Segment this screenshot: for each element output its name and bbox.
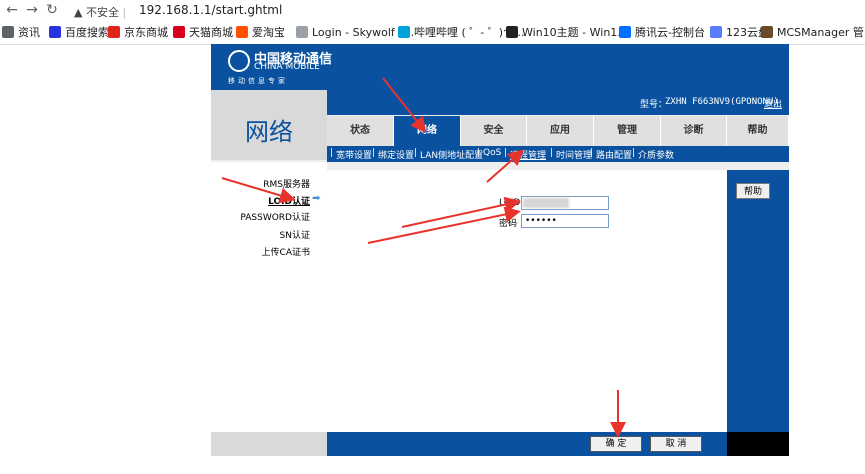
bookmark-item[interactable]: MCSManager 管...: [761, 25, 865, 39]
subnav-item[interactable]: 宽带设置: [336, 148, 372, 161]
bookmark-label: Win10主题 - Win1...: [522, 26, 628, 39]
forward-icon[interactable]: →: [24, 2, 40, 18]
bookmark-label: MCSManager 管...: [777, 26, 865, 39]
subnav-separator: |: [477, 148, 481, 158]
password-input[interactable]: ••••••: [521, 214, 609, 228]
cancel-button[interactable]: 取 消: [650, 436, 702, 452]
left-menu-item[interactable]: LOID认证: [200, 194, 310, 207]
bookmark-item[interactable]: Login - Skywolf T...: [296, 25, 414, 39]
subnav-separator: |: [590, 148, 594, 158]
bookmark-label: 腾讯云-控制台: [635, 26, 705, 39]
subnav-item[interactable]: 绑定设置: [378, 148, 414, 161]
subnav-separator: |: [504, 148, 508, 158]
bookmark-item[interactable]: 爱淘宝: [236, 25, 285, 39]
bookmark-label: 天猫商城: [189, 26, 233, 39]
bookmark-item[interactable]: 天猫商城: [173, 25, 233, 39]
subnav-item[interactable]: 远程管理: [510, 148, 546, 161]
subnav-separator: |: [632, 148, 636, 158]
reload-icon[interactable]: ↻: [44, 2, 60, 18]
subnav-item[interactable]: QoS: [483, 148, 501, 158]
left-menu-item[interactable]: PASSWORD认证: [200, 210, 310, 223]
jd-icon: [108, 26, 120, 38]
subnav-separator: |: [550, 148, 554, 158]
loid-redacted-blur: [523, 198, 569, 208]
china-mobile-logo-icon: [228, 50, 250, 72]
bookmarks-bar: 资讯 百度搜索 京东商城 天猫商城 爱淘宝 Login - Skywolf T... 哔哩哔…: [0, 20, 865, 45]
bookmark-label: 资讯: [18, 26, 40, 39]
active-menu-arrow-icon: ➡: [312, 193, 321, 204]
left-menu-item[interactable]: SN认证: [200, 228, 310, 241]
logo-slogan: 移动信息专家: [228, 77, 288, 85]
bookmark-item[interactable]: 百度搜索: [49, 25, 109, 39]
help-button[interactable]: 帮助: [736, 183, 770, 199]
subnav-item[interactable]: 时间管理: [556, 148, 592, 161]
section-title: 网络: [245, 118, 293, 146]
tab-item[interactable]: 帮助: [727, 116, 789, 146]
security-warning[interactable]: ▲ 不安全 |: [74, 4, 126, 20]
x-icon: [506, 26, 518, 38]
model-label: 型号：: [640, 100, 668, 110]
tab-item[interactable]: 管理: [594, 116, 661, 146]
bookmark-label: 京东商城: [124, 26, 168, 39]
bookmark-item[interactable]: 腾讯云-控制台: [619, 25, 705, 39]
subnav-item[interactable]: 路由配置: [596, 148, 632, 161]
warning-icon: ▲: [74, 6, 83, 19]
subnav-separator: |: [372, 148, 376, 158]
password-label: 密码: [499, 219, 518, 229]
browser-address-bar: ← → ↻ ▲ 不安全 | 192.168.1.1/start.ghtml: [0, 0, 865, 20]
logout-link[interactable]: 退出: [764, 97, 782, 110]
confirm-button[interactable]: 确 定: [590, 436, 642, 452]
subnav-item[interactable]: 介质参数: [638, 148, 674, 161]
bookmark-item[interactable]: Win10主题 - Win1...: [506, 25, 628, 39]
logo-english: CHINA MOBILE: [254, 62, 320, 72]
tab-item[interactable]: 诊断: [661, 116, 727, 146]
bookmark-item[interactable]: 京东商城: [108, 25, 168, 39]
pan123-icon: [710, 26, 722, 38]
page-icon: [296, 26, 308, 38]
taobao-icon: [236, 26, 248, 38]
loid-label: LOID: [499, 198, 521, 208]
baidu-icon: [49, 26, 61, 38]
mcs-icon: [761, 26, 773, 38]
tmall-icon: [173, 26, 185, 38]
left-menu-item[interactable]: 上传CA证书: [200, 245, 310, 258]
bookmark-label: 百度搜索: [65, 26, 109, 39]
tab-item[interactable]: 网络: [394, 116, 461, 146]
help-column: [727, 170, 789, 432]
tab-item[interactable]: 安全: [461, 116, 527, 146]
subnav-separator: |: [414, 148, 418, 158]
bookmark-item[interactable]: 资讯: [2, 25, 40, 39]
subnav-separator: |: [330, 148, 334, 158]
bottom-right-strip: [727, 432, 789, 456]
url-input[interactable]: 192.168.1.1/start.ghtml: [139, 3, 282, 17]
bookmark-label: 爱淘宝: [252, 26, 285, 39]
globe-icon: [2, 26, 14, 38]
left-menu-item[interactable]: RMS服务器: [200, 177, 310, 190]
subnav-item[interactable]: LAN侧地址配置: [420, 148, 483, 161]
model-value: ZXHN F663NV9(GPONONU): [665, 97, 779, 107]
bilibili-icon: [398, 26, 410, 38]
back-icon[interactable]: ←: [4, 2, 20, 18]
tab-item[interactable]: 状态: [327, 116, 394, 146]
cloud-icon: [619, 26, 631, 38]
tab-item[interactable]: 应用: [527, 116, 594, 146]
bottom-left-strip: [211, 432, 327, 456]
